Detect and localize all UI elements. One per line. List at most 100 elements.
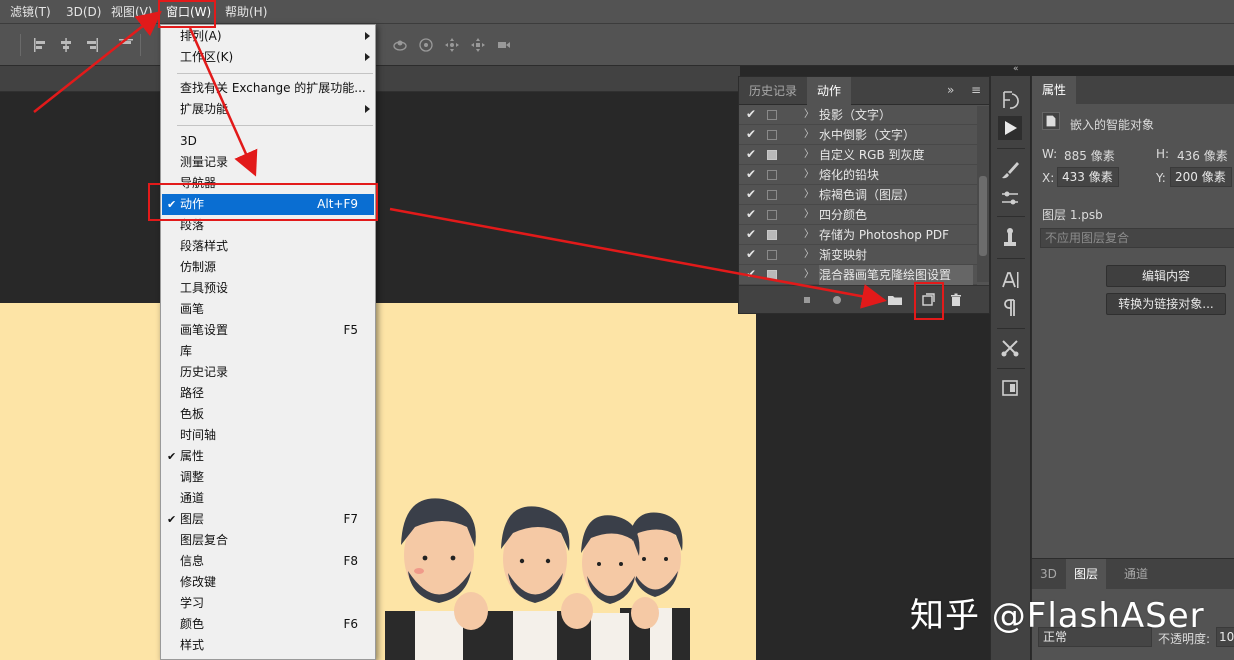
expand-chevron-icon[interactable]: 〉 [804, 265, 814, 285]
align-left-icon[interactable] [32, 37, 48, 53]
menu-item-timeline[interactable]: 时间轴 [162, 425, 374, 446]
new-set-folder-icon[interactable] [887, 292, 903, 308]
dialog-toggle[interactable] [767, 110, 777, 120]
menu-filter[interactable]: 滤镜(T) [6, 0, 55, 24]
menu-help[interactable]: 帮助(H) [221, 0, 271, 24]
dialog-toggle[interactable] [767, 150, 777, 160]
dialog-toggle[interactable] [767, 170, 777, 180]
menu-item-properties[interactable]: ✔ 属性 [162, 446, 374, 467]
actions-scrollbar[interactable] [977, 106, 989, 282]
dialog-toggle[interactable] [767, 250, 777, 260]
menu-item-history[interactable]: 历史记录 [162, 362, 374, 383]
expand-chevron-icon[interactable]: 〉 [804, 205, 814, 225]
trash-icon[interactable] [948, 292, 964, 308]
dialog-toggle[interactable] [767, 190, 777, 200]
action-row[interactable]: ✔ 〉存储为 Photoshop PDF [739, 225, 977, 245]
play-icon[interactable] [859, 292, 875, 308]
action-row[interactable]: ✔ 〉自定义 RGB 到灰度 [739, 145, 977, 165]
3d-orbit-icon[interactable] [392, 37, 408, 53]
expand-chevron-icon[interactable]: 〉 [804, 185, 814, 205]
align-center-icon[interactable] [58, 37, 74, 53]
3d-camera-icon[interactable] [496, 37, 512, 53]
action-row[interactable]: ✔ 〉四分颜色 [739, 205, 977, 225]
checkmark-icon[interactable]: ✔ [746, 147, 756, 161]
character-icon[interactable] [998, 268, 1022, 292]
y-input[interactable]: 200 像素 [1170, 167, 1232, 187]
brush-settings-icon[interactable] [998, 186, 1022, 210]
record-icon[interactable] [829, 292, 845, 308]
new-action-icon[interactable] [920, 292, 936, 308]
expand-chevron-icon[interactable]: 〉 [804, 165, 814, 185]
action-row[interactable]: ✔ 〉水中倒影（文字） [739, 125, 977, 145]
dialog-toggle[interactable] [767, 230, 777, 240]
checkmark-icon[interactable]: ✔ [746, 247, 756, 261]
menu-item-swatches[interactable]: 色板 [162, 404, 374, 425]
align-right-icon[interactable] [84, 37, 100, 53]
dialog-toggle[interactable] [767, 270, 777, 280]
collapse-dock-icon[interactable]: « [1013, 64, 1019, 74]
clone-source-icon[interactable] [998, 226, 1022, 250]
stop-icon[interactable] [799, 292, 815, 308]
checkmark-icon[interactable]: ✔ [746, 187, 756, 201]
menu-item-extensions[interactable]: 扩展功能 [162, 99, 374, 120]
expand-chevron-icon[interactable]: 〉 [804, 245, 814, 265]
expand-chevron-icon[interactable]: 〉 [804, 225, 814, 245]
menu-item-actions[interactable]: ✔ 动作 Alt+F9 [162, 194, 374, 215]
convert-to-linked-button[interactable]: 转换为链接对象... [1106, 293, 1226, 315]
checkmark-icon[interactable]: ✔ [746, 107, 756, 121]
menu-item-measurement-log[interactable]: 测量记录 [162, 152, 374, 173]
layer-comp-select[interactable]: 不应用图层复合 [1040, 228, 1234, 248]
checkmark-icon[interactable]: ✔ [746, 207, 756, 221]
action-row[interactable]: ✔ 〉渐变映射 [739, 245, 977, 265]
opacity-input[interactable]: 100 [1216, 627, 1234, 647]
menu-item-layer-comps[interactable]: 图层复合 [162, 530, 374, 551]
dialog-toggle[interactable] [767, 210, 777, 220]
3d-pan-icon[interactable] [444, 37, 460, 53]
menu-item-3d[interactable]: 3D [162, 131, 374, 152]
panel-menu-icon[interactable]: ≡ [971, 83, 981, 97]
action-row[interactable]: ✔ 〉熔化的铅块 [739, 165, 977, 185]
menu-item-paragraph-styles[interactable]: 段落样式 [162, 236, 374, 257]
menu-item-color[interactable]: 颜色 F6 [162, 614, 374, 635]
menu-3d[interactable]: 3D(D) [62, 0, 105, 24]
menu-item-channels[interactable]: 通道 [162, 488, 374, 509]
expand-chevron-icon[interactable]: 〉 [804, 105, 814, 125]
menu-item-layers[interactable]: ✔ 图层 F7 [162, 509, 374, 530]
menu-item-paths[interactable]: 路径 [162, 383, 374, 404]
menu-item-learn[interactable]: 学习 [162, 593, 374, 614]
document-canvas[interactable] [0, 303, 756, 660]
tab-actions[interactable]: 动作 [807, 77, 852, 105]
menu-item-navigator[interactable]: 导航器 [162, 173, 374, 194]
menu-item-workspace[interactable]: 工作区(K) [162, 47, 374, 68]
tab-layers[interactable]: 图层 [1066, 559, 1107, 589]
action-row[interactable]: ✔ 〉混合器画笔克隆绘图设置 [739, 265, 977, 285]
menu-item-find-extensions[interactable]: 查找有关 Exchange 的扩展功能... [162, 78, 374, 99]
menu-view[interactable]: 视图(V) [107, 0, 157, 24]
scrollbar-thumb[interactable] [979, 176, 987, 256]
dialog-toggle[interactable] [767, 130, 777, 140]
menu-item-arrange[interactable]: 排列(A) [162, 26, 374, 47]
tools-icon[interactable] [998, 336, 1022, 360]
history-icon[interactable] [998, 88, 1022, 112]
action-row[interactable]: ✔ 〉棕褐色调（图层） [739, 185, 977, 205]
expand-chevron-icon[interactable]: 〉 [804, 145, 814, 165]
tab-properties[interactable]: 属性 [1032, 76, 1077, 104]
layer-comps-icon[interactable] [998, 376, 1022, 400]
3d-roll-icon[interactable] [418, 37, 434, 53]
edit-contents-button[interactable]: 编辑内容 [1106, 265, 1226, 287]
menu-item-clone-source[interactable]: 仿制源 [162, 257, 374, 278]
menu-item-modifier-keys[interactable]: 修改键 [162, 572, 374, 593]
expand-chevron-icon[interactable]: 〉 [804, 125, 814, 145]
action-row[interactable]: ✔ 〉投影（文字） [739, 105, 977, 125]
checkmark-icon[interactable]: ✔ [746, 227, 756, 241]
tab-3d[interactable]: 3D [1032, 559, 1065, 589]
checkmark-icon[interactable]: ✔ [746, 167, 756, 181]
menu-item-styles[interactable]: 样式 [162, 635, 374, 656]
menu-window[interactable]: 窗口(W) [162, 0, 215, 24]
collapse-panel-icon[interactable]: » [947, 83, 954, 97]
menu-item-adjustments[interactable]: 调整 [162, 467, 374, 488]
actions-play-icon[interactable] [998, 116, 1022, 140]
brush-icon[interactable] [998, 158, 1022, 182]
menu-item-libraries[interactable]: 库 [162, 341, 374, 362]
menu-item-paragraph[interactable]: 段落 [162, 215, 374, 236]
